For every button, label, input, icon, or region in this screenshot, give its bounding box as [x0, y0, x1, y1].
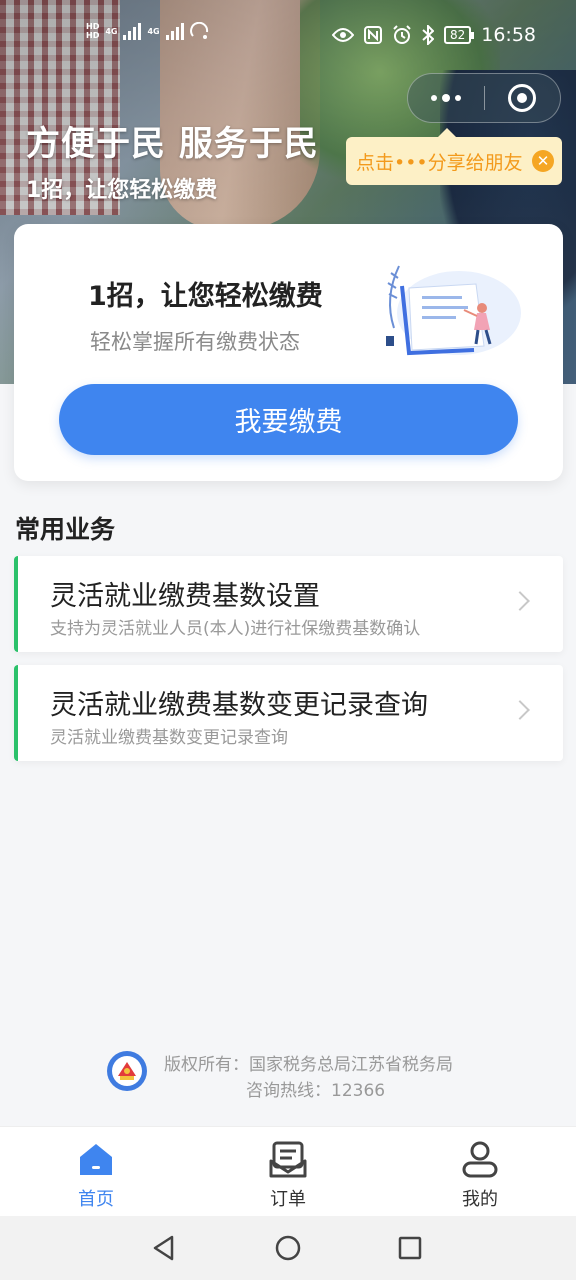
pay-card-title: 1招，让您轻松缴费 [88, 281, 323, 312]
home-icon [80, 1144, 112, 1175]
tax-bureau-emblem-icon [107, 1051, 147, 1091]
back-triangle-icon[interactable] [150, 1234, 178, 1262]
eye-icon [331, 28, 354, 42]
tab-home[interactable]: 首页 [36, 1127, 156, 1217]
gen-label-1: 4G [105, 26, 118, 36]
service-item-title: 灵活就业缴费基数设置 [50, 581, 320, 612]
wifi-call-icon [189, 22, 208, 39]
service-item-desc: 支持为灵活就业人员(本人)进行社保缴费基数确认 [50, 619, 421, 639]
tab-label: 首页 [78, 1189, 114, 1210]
service-item-base-setting[interactable]: 灵活就业缴费基数设置 支持为灵活就业人员(本人)进行社保缴费基数确认 [14, 556, 563, 652]
pay-card: 1招，让您轻松缴费 轻松掌握所有缴费状态 我要缴费 [14, 224, 563, 481]
tab-mine[interactable]: 我的 [420, 1127, 540, 1217]
copyright-footer: 版权所有：国家税务总局江苏省税务局 咨询热线：12366 [0, 1046, 576, 1102]
signal-icon [123, 22, 142, 40]
pay-card-subtitle: 轻松掌握所有缴费状态 [90, 330, 300, 354]
gen-label-2: 4G [147, 26, 160, 36]
payment-illustration [386, 265, 521, 356]
hd-label-1: HD [86, 22, 100, 31]
status-system: 82 16:58 [331, 24, 536, 46]
user-icon [462, 1141, 498, 1178]
service-item-desc: 灵活就业缴费基数变更记录查询 [50, 728, 288, 748]
service-item-title: 灵活就业缴费基数变更记录查询 [50, 690, 428, 721]
home-circle-icon[interactable] [274, 1234, 302, 1262]
alarm-icon [393, 25, 411, 44]
status-time: 16:58 [481, 24, 536, 46]
section-title: 常用业务 [15, 515, 116, 544]
hotline-text: 咨询热线：12366 [246, 1081, 386, 1101]
copyright-text: 版权所有：国家税务总局江苏省税务局 [164, 1055, 453, 1075]
close-icon[interactable]: ✕ [532, 150, 554, 172]
tab-bar: 首页 订单 我的 [0, 1126, 576, 1216]
recents-square-icon[interactable] [396, 1234, 424, 1262]
miniprogram-capsule [407, 73, 561, 123]
exit-miniprogram-button[interactable] [485, 74, 561, 122]
tab-orders[interactable]: 订单 [228, 1127, 348, 1217]
order-icon [269, 1141, 307, 1178]
more-menu-button[interactable] [408, 74, 484, 122]
pay-button[interactable]: 我要缴费 [59, 384, 518, 455]
chevron-right-icon [510, 700, 530, 720]
hero-subtitle: 1招，让您轻松缴费 [26, 178, 218, 203]
tab-label: 订单 [270, 1189, 306, 1210]
tab-label: 我的 [462, 1189, 498, 1210]
hero-title: 方便于民 服务于民 [26, 124, 319, 164]
share-tooltip: 点击•••分享给朋友 ✕ [346, 128, 562, 185]
target-icon [508, 84, 537, 112]
nfc-icon [363, 26, 382, 44]
bluetooth-icon [422, 25, 434, 45]
status-network: HD HD 4G 4G [86, 22, 210, 40]
hd-label-2: HD [86, 31, 100, 40]
signal-icon [165, 22, 184, 40]
service-item-change-records[interactable]: 灵活就业缴费基数变更记录查询 灵活就业缴费基数变更记录查询 [14, 665, 563, 761]
status-bar: HD HD 4G 4G 82 16:58 [0, 0, 576, 72]
share-tooltip-text: 点击•••分享给朋友 [356, 151, 523, 174]
battery-icon: 82 [443, 26, 475, 44]
chevron-right-icon [510, 591, 530, 611]
system-nav-bar [0, 1216, 576, 1280]
